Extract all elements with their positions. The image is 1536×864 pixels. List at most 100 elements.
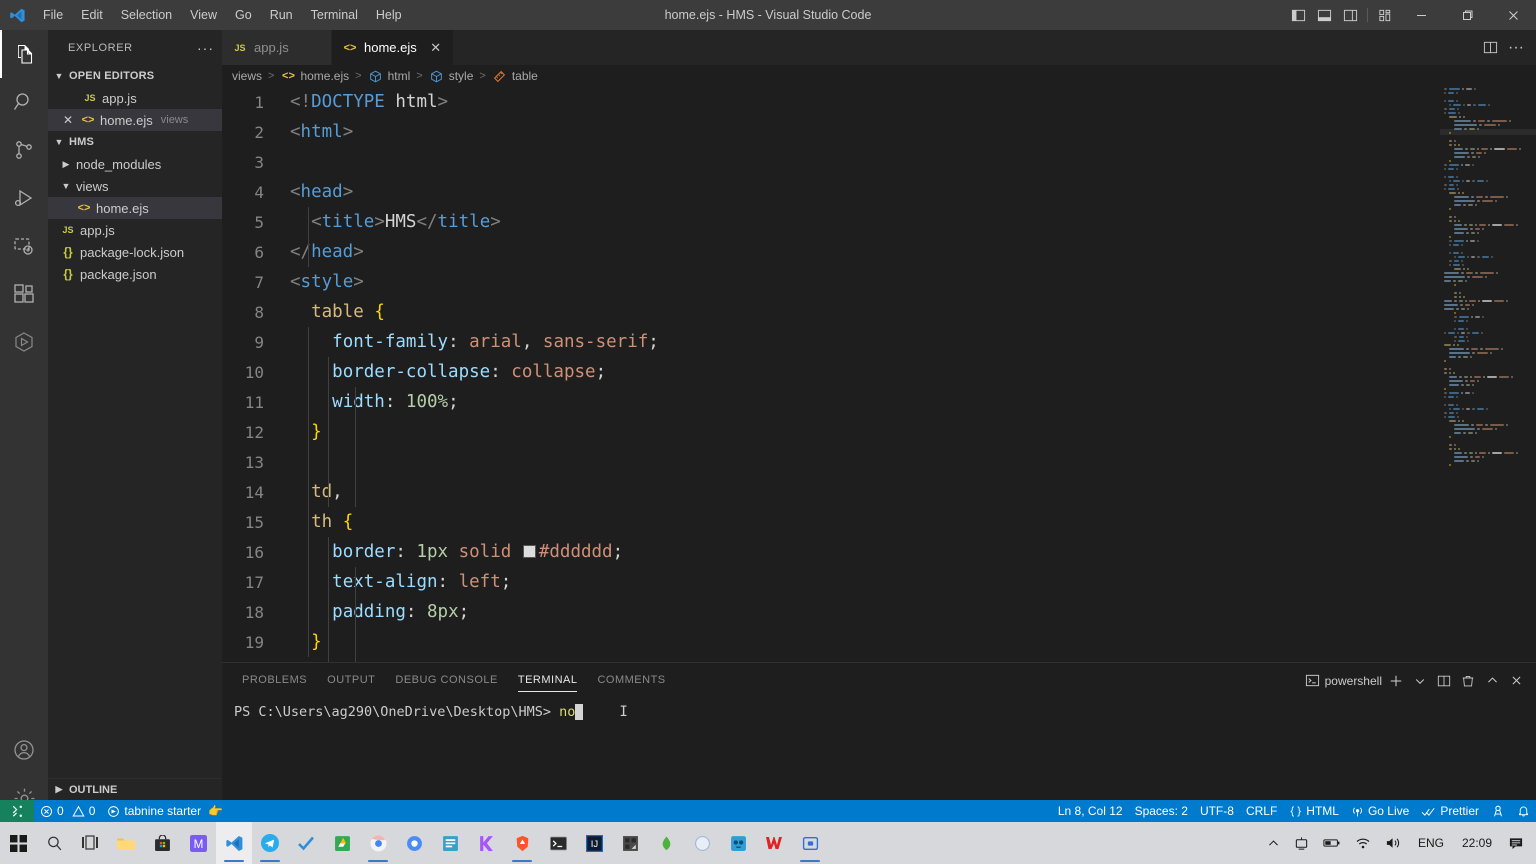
code-line[interactable]: 4<head> [222, 177, 1536, 207]
code-line[interactable]: 14 td, [222, 477, 1536, 507]
tab-close-icon[interactable]: ✕ [429, 40, 443, 56]
open-editor-home-ejs[interactable]: ✕ <> home.ejs views [48, 109, 222, 131]
close-panel-icon[interactable] [1506, 669, 1526, 693]
toggle-secondary-sidebar-icon[interactable] [1337, 0, 1363, 30]
open-editor-app-js[interactable]: JS app.js [48, 87, 222, 109]
taskbar-wondershare-icon[interactable] [756, 822, 792, 864]
code-lines[interactable]: 1<!DOCTYPE html>2<html>34<head>5 <title>… [222, 87, 1536, 692]
activity-explorer-icon[interactable] [0, 30, 48, 78]
taskbar-app-blue-square-icon[interactable] [792, 822, 828, 864]
tab-output[interactable]: OUTPUT [317, 663, 385, 698]
tab-debug-console[interactable]: DEBUG CONSOLE [385, 663, 507, 698]
taskbar-search-icon[interactable] [36, 822, 72, 864]
activity-extensions-icon[interactable] [0, 270, 48, 318]
activity-tabnine-icon[interactable] [0, 318, 48, 366]
code-line[interactable]: 2<html> [222, 117, 1536, 147]
activity-source-control-icon[interactable] [0, 126, 48, 174]
code-line[interactable]: 3 [222, 147, 1536, 177]
tray-battery-icon[interactable] [1317, 822, 1347, 864]
window-close-button[interactable] [1490, 0, 1536, 30]
taskbar-intellij-icon[interactable]: IJ [576, 822, 612, 864]
tab-comments[interactable]: COMMENTS [587, 663, 675, 698]
status-tabnine[interactable]: tabnine starter 👉 [101, 800, 229, 822]
tab-app-js[interactable]: JS app.js ✕ [222, 30, 332, 65]
menu-file[interactable]: File [34, 0, 72, 30]
menu-selection[interactable]: Selection [112, 0, 181, 30]
remote-indicator-icon[interactable] [0, 800, 34, 822]
taskbar-app-blue-circle-icon[interactable] [396, 822, 432, 864]
tray-volume-icon[interactable] [1379, 822, 1408, 864]
chevron-down-icon[interactable] [1410, 669, 1430, 693]
code-line[interactable]: 10 border-collapse: collapse; [222, 357, 1536, 387]
tray-clock[interactable]: 22:09 [1454, 836, 1500, 850]
activity-remote-explorer-icon[interactable] [0, 222, 48, 270]
taskbar-app-dark-grid-icon[interactable] [612, 822, 648, 864]
status-indentation[interactable]: Spaces: 2 [1129, 800, 1194, 822]
maximize-panel-icon[interactable] [1482, 669, 1502, 693]
tray-notifications-icon[interactable] [1502, 822, 1530, 864]
breadcrumb-html[interactable]: html [368, 69, 411, 83]
code-line[interactable]: 16 border: 1px solid #dddddd; [222, 537, 1536, 567]
menu-terminal[interactable]: Terminal [302, 0, 367, 30]
tree-item-views[interactable]: ▼ views [48, 175, 222, 197]
taskbar-brave-icon[interactable] [504, 822, 540, 864]
file-explorer-icon[interactable] [108, 822, 144, 864]
taskbar-app-white-circle-icon[interactable] [684, 822, 720, 864]
status-language-mode[interactable]: HTML [1283, 800, 1345, 822]
code-line[interactable]: 19 } [222, 627, 1536, 657]
tab-close-icon[interactable]: ✕ [301, 40, 315, 56]
terminal-shell-selector[interactable]: powershell [1305, 673, 1382, 688]
window-maximize-button[interactable] [1444, 0, 1490, 30]
code-line[interactable]: 13 [222, 447, 1536, 477]
activity-accounts-icon[interactable] [0, 726, 48, 774]
menu-view[interactable]: View [181, 0, 226, 30]
code-line[interactable]: 6</head> [222, 237, 1536, 267]
tab-problems[interactable]: PROBLEMS [232, 663, 317, 698]
status-encoding[interactable]: UTF-8 [1194, 800, 1240, 822]
taskbar-app-k-icon[interactable] [468, 822, 504, 864]
activity-run-debug-icon[interactable] [0, 174, 48, 222]
taskbar-telegram-icon[interactable] [252, 822, 288, 864]
status-remote-tunnel[interactable] [1485, 800, 1511, 822]
start-button-icon[interactable] [0, 822, 36, 864]
menu-edit[interactable]: Edit [72, 0, 112, 30]
code-line[interactable]: 12 } [222, 417, 1536, 447]
status-prettier[interactable]: Prettier [1415, 800, 1485, 822]
taskbar-vscode-icon[interactable] [216, 822, 252, 864]
more-actions-icon[interactable]: ··· [1504, 30, 1528, 65]
split-terminal-icon[interactable] [1434, 669, 1454, 693]
status-cursor-position[interactable]: Ln 8, Col 12 [1052, 800, 1129, 822]
breadcrumb-style[interactable]: style [429, 69, 474, 83]
code-line[interactable]: 1<!DOCTYPE html> [222, 87, 1536, 117]
code-line[interactable]: 8 table { [222, 297, 1536, 327]
code-line[interactable]: 9 font-family: arial, sans-serif; [222, 327, 1536, 357]
breadcrumb-views[interactable]: views [232, 69, 262, 83]
taskbar-terminal-icon[interactable] [540, 822, 576, 864]
status-notifications[interactable] [1511, 800, 1536, 822]
taskbar-app-owl-icon[interactable] [720, 822, 756, 864]
tree-item-node-modules[interactable]: ▶ node_modules [48, 153, 222, 175]
tree-item-package-json[interactable]: {} package.json [48, 263, 222, 285]
section-open-editors[interactable]: ▼ OPEN EDITORS [48, 65, 222, 87]
status-eol[interactable]: CRLF [1240, 800, 1283, 822]
tray-screen-cast-icon[interactable] [1288, 822, 1315, 864]
section-workspace-hms[interactable]: ▼ HMS [48, 131, 222, 153]
app-purple-icon[interactable]: M [180, 822, 216, 864]
task-view-icon[interactable] [72, 822, 108, 864]
code-line[interactable]: 18 padding: 8px; [222, 597, 1536, 627]
terminal-body[interactable]: PS C:\Users\ag290\OneDrive\Desktop\HMS> … [222, 698, 1536, 720]
split-editor-icon[interactable] [1478, 30, 1502, 65]
close-editor-icon[interactable]: ✕ [60, 113, 76, 127]
microsoft-store-icon[interactable] [144, 822, 180, 864]
tab-terminal[interactable]: TERMINAL [508, 663, 588, 698]
code-line[interactable]: 15 th { [222, 507, 1536, 537]
toggle-panel-icon[interactable] [1311, 0, 1337, 30]
code-line[interactable]: 5 <title>HMS</title> [222, 207, 1536, 237]
menu-run[interactable]: Run [261, 0, 302, 30]
code-line[interactable]: 17 text-align: left; [222, 567, 1536, 597]
status-problems[interactable]: 0 0 [34, 800, 101, 822]
menu-go[interactable]: Go [226, 0, 261, 30]
taskbar-app-teal-doc-icon[interactable] [432, 822, 468, 864]
tree-item-home-ejs[interactable]: <> home.ejs [48, 197, 222, 219]
taskbar-google-drive-icon[interactable] [324, 822, 360, 864]
